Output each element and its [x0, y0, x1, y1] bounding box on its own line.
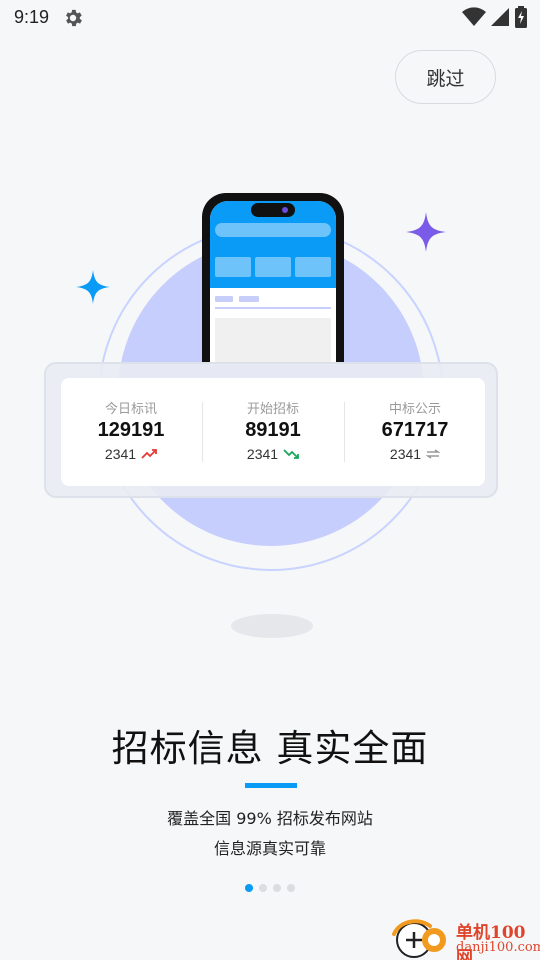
title-underline — [245, 783, 297, 788]
stat-sub: 2341 — [203, 446, 343, 462]
page-dot-active[interactable] — [245, 884, 253, 892]
stat-winning-bids: 中标公示 671717 2341 — [345, 378, 485, 486]
phone-tab — [215, 257, 251, 277]
skip-button[interactable]: 跳过 — [395, 50, 496, 104]
phone-text-line — [239, 296, 259, 302]
stat-today-notices: 今日标讯 129191 2341 — [61, 378, 201, 486]
stat-value: 671717 — [381, 419, 449, 441]
site-watermark: 单机100网 danji100.com — [390, 916, 540, 960]
stat-label: 今日标讯 — [104, 402, 157, 417]
status-icons — [462, 6, 528, 28]
page-dot[interactable] — [259, 884, 267, 892]
watermark-url: danji100.com — [456, 940, 540, 955]
phone-tab — [255, 257, 291, 277]
signal-icon — [491, 8, 509, 26]
watermark-logo-icon — [392, 919, 446, 958]
phone-notch — [251, 203, 295, 217]
status-time: 9:19 — [14, 7, 50, 27]
stat-sub-value: 2341 — [104, 446, 137, 462]
stat-start-bidding: 开始招标 89191 2341 — [203, 378, 343, 486]
gear-icon — [66, 9, 82, 27]
stat-label: 中标公示 — [388, 402, 441, 417]
ground-shadow — [231, 614, 313, 638]
status-bar: 9:19 — [0, 0, 540, 38]
phone-text-line — [215, 296, 233, 302]
intro-illustration: 今日标讯 129191 2341 开始招标 89191 2341 中标公示 67… — [0, 180, 540, 650]
stat-value: 129191 — [97, 419, 165, 441]
trend-down-icon — [283, 449, 299, 459]
subtitle-line-2: 信息源真实可靠 — [213, 839, 326, 858]
page-dot[interactable] — [287, 884, 295, 892]
page-indicator — [245, 884, 295, 892]
phone-mockup — [202, 193, 344, 365]
trend-flat-icon — [426, 449, 441, 459]
stats-card: 今日标讯 129191 2341 开始招标 89191 2341 中标公示 67… — [61, 378, 485, 486]
stat-value: 89191 — [245, 419, 301, 441]
page-dot[interactable] — [273, 884, 281, 892]
page-title: 招标信息 真实全面 — [111, 727, 429, 770]
battery-charging-icon — [515, 6, 527, 28]
phone-content-box — [215, 318, 331, 365]
blue-sparkle-icon — [76, 270, 110, 304]
phone-tab — [295, 257, 331, 277]
stat-sub-value: 2341 — [389, 446, 422, 462]
phone-screen — [210, 201, 336, 365]
wifi-icon — [462, 7, 486, 27]
subtitle-line-1: 覆盖全国 99% 招标发布网站 — [167, 809, 373, 828]
trend-up-icon — [141, 449, 157, 459]
phone-search-bar — [215, 223, 331, 237]
stats-panel: 今日标讯 129191 2341 开始招标 89191 2341 中标公示 67… — [44, 362, 498, 498]
stat-label: 开始招标 — [246, 402, 299, 417]
phone-divider — [215, 307, 331, 309]
stat-sub: 2341 — [345, 446, 485, 462]
stat-sub: 2341 — [61, 446, 201, 462]
phone-app-header — [210, 201, 336, 288]
stat-sub-value: 2341 — [246, 446, 279, 462]
purple-sparkle-icon — [406, 212, 446, 252]
